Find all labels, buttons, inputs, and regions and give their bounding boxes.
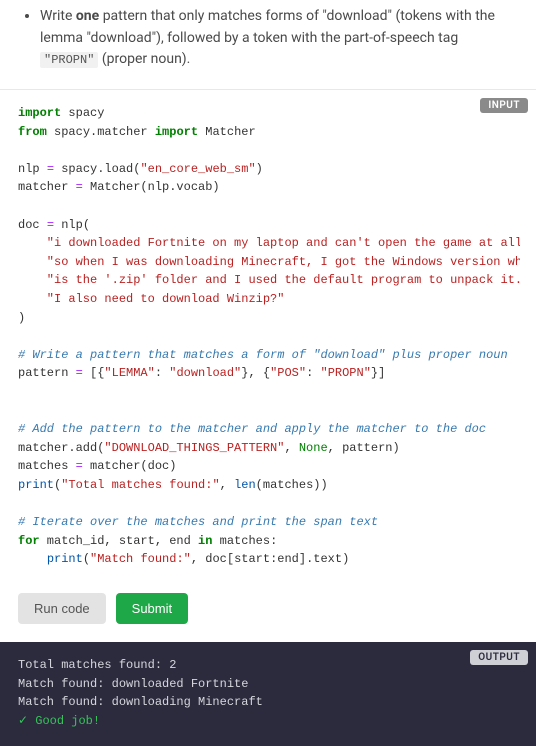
input-badge: INPUT <box>480 98 528 113</box>
bullet-text-mid: pattern that only matches forms of "down… <box>40 8 495 46</box>
code-editor[interactable]: import spacy from spacy.matcher import M… <box>18 104 520 569</box>
output-text: Total matches found: 2 Match found: down… <box>18 656 518 730</box>
output-badge: OUTPUT <box>470 650 528 665</box>
pos-tag-code: "PROPN" <box>40 52 98 68</box>
success-message: ✓ Good job! <box>18 714 100 728</box>
instructions-panel: Write one pattern that only matches form… <box>0 0 536 89</box>
run-code-button[interactable]: Run code <box>18 593 106 624</box>
submit-button[interactable]: Submit <box>116 593 188 624</box>
code-input-panel: INPUT import spacy from spacy.matcher im… <box>0 89 536 583</box>
instruction-bullet: Write one pattern that only matches form… <box>40 6 512 71</box>
bullet-bold: one <box>76 8 99 24</box>
actions-row: Run code Submit <box>0 583 536 642</box>
bullet-text-suf: (proper noun). <box>98 51 190 67</box>
output-panel: OUTPUT Total matches found: 2 Match foun… <box>0 642 536 746</box>
bullet-text-pre: Write <box>40 8 76 24</box>
